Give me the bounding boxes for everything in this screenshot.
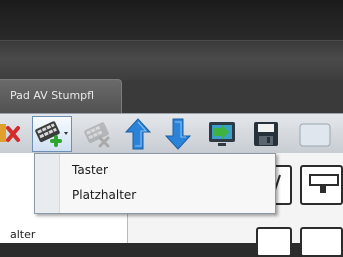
toolbar — [0, 113, 343, 154]
add-button[interactable] — [32, 116, 72, 152]
button-tile[interactable] — [300, 165, 343, 205]
menu-icon-gutter — [35, 154, 60, 213]
monitor-export-icon[interactable] — [204, 114, 240, 154]
red-x-icon[interactable] — [0, 114, 24, 154]
arrow-down-icon[interactable] — [160, 114, 196, 154]
arrow-up-icon[interactable] — [120, 114, 156, 154]
monitor-tile-icon — [309, 174, 339, 193]
tab-pad-av-stumpfl[interactable]: Pad AV Stumpfl — [0, 79, 122, 113]
menu-item-taster[interactable]: Taster — [60, 159, 275, 183]
tab-label: Pad AV Stumpfl — [10, 89, 95, 102]
menu-item-platzhalter[interactable]: Platzhalter — [60, 184, 275, 208]
left-panel-text: alter — [10, 228, 36, 241]
more-toolbar-icon[interactable] — [296, 114, 343, 154]
keypad-add-icon — [35, 121, 68, 147]
ribbon-area — [0, 40, 343, 81]
button-tile[interactable] — [300, 227, 343, 257]
button-tile[interactable] — [256, 227, 292, 257]
menu-item-label: Platzhalter — [72, 188, 137, 202]
floppy-disk-icon[interactable] — [248, 114, 284, 154]
title-bar — [0, 0, 343, 40]
keypad-remove-icon[interactable] — [80, 114, 116, 154]
add-dropdown-menu: Taster Platzhalter — [34, 153, 276, 214]
menu-item-label: Taster — [72, 163, 108, 177]
